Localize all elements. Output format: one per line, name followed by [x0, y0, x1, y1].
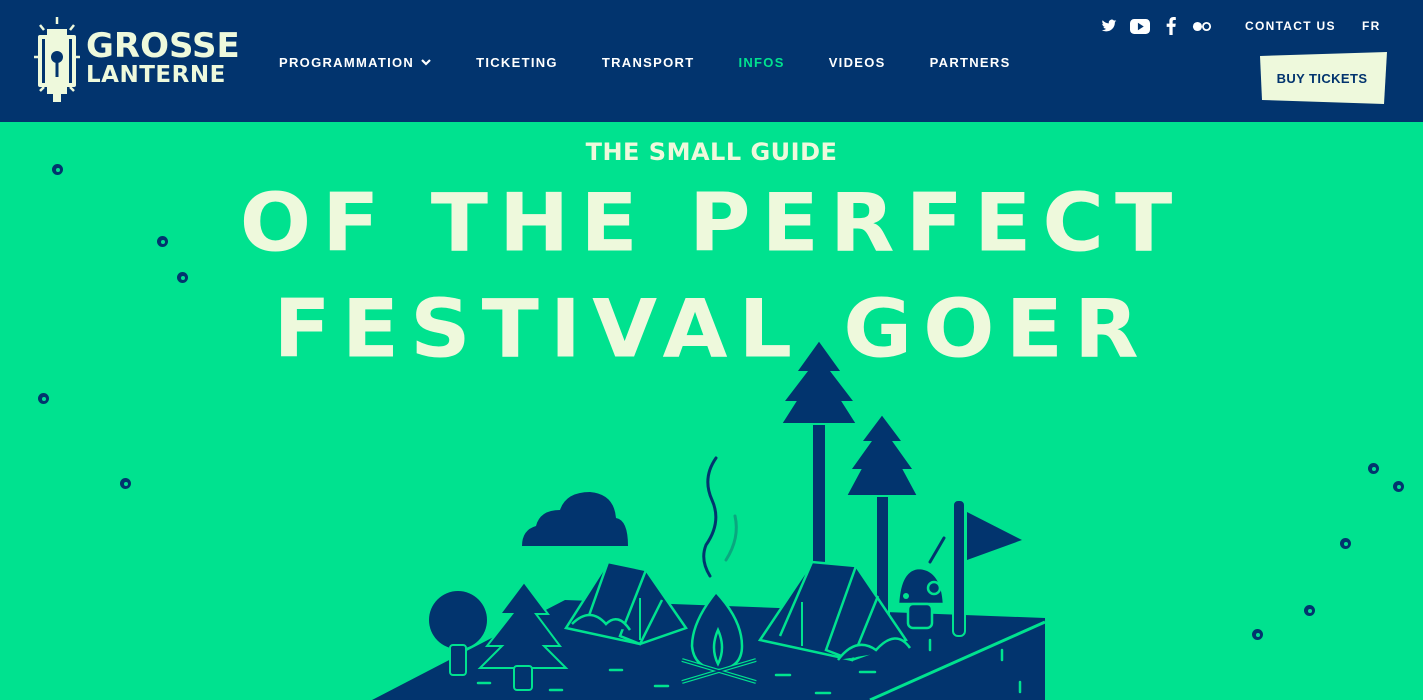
- decor-dot: [1368, 463, 1379, 474]
- nav-label: TRANSPORT: [601, 54, 695, 70]
- flickr-icon[interactable]: [1191, 15, 1213, 37]
- contact-link[interactable]: CONTACT US: [1245, 19, 1336, 33]
- logo-line1: GROSSE: [86, 26, 240, 66]
- logo-line2: LANTERNE: [86, 62, 226, 88]
- nav-label: INFOS: [738, 54, 785, 70]
- decor-dot: [157, 236, 168, 247]
- nav-item-ticketing[interactable]: TICKETING: [476, 55, 558, 70]
- chevron-down-icon: [421, 59, 431, 66]
- nav-label: TICKETING: [476, 54, 558, 70]
- nav-label: VIDEOS: [828, 54, 886, 70]
- nav-item-programmation[interactable]: PROGRAMMATION: [279, 55, 432, 70]
- nav-label: PARTNERS: [929, 54, 1011, 70]
- facebook-icon[interactable]: [1160, 15, 1182, 37]
- decor-dot: [52, 164, 63, 175]
- decor-dot: [38, 393, 49, 404]
- logo-wordmark: GROSSE LANTERNE: [86, 29, 240, 87]
- decor-dot: [1304, 605, 1315, 616]
- lantern-icon: [34, 17, 80, 102]
- hero-title-line1: OF THE PERFECT: [239, 176, 1184, 270]
- nav-item-videos[interactable]: VIDEOS: [829, 55, 886, 70]
- hero-title-line2: FESTIVAL GOER: [273, 282, 1150, 376]
- buy-tickets-button[interactable]: BUY TICKETS: [1260, 52, 1387, 104]
- twitter-icon[interactable]: [1098, 15, 1120, 37]
- language-switch[interactable]: FR: [1362, 19, 1381, 33]
- youtube-icon[interactable]: [1129, 15, 1151, 37]
- nav-item-partners[interactable]: PARTNERS: [930, 55, 1011, 70]
- nav-label: PROGRAMMATION: [279, 54, 415, 70]
- nav-item-transport[interactable]: TRANSPORT: [602, 55, 695, 70]
- decor-dot: [1252, 629, 1263, 640]
- decor-dot: [1393, 481, 1404, 492]
- main-nav: PROGRAMMATION TICKETING TRANSPORT INFOS …: [279, 52, 1055, 72]
- decor-dot: [177, 272, 188, 283]
- hero-subtitle: THE SMALL GUIDE: [585, 138, 838, 166]
- decor-dot: [1340, 538, 1351, 549]
- decor-dot: [120, 478, 131, 489]
- site-header: GROSSE LANTERNE PROGRAMMATION TICKETING …: [0, 0, 1423, 122]
- buy-tickets-label: BUY TICKETS: [1276, 70, 1368, 86]
- site-logo[interactable]: GROSSE LANTERNE: [34, 17, 240, 105]
- nav-item-infos[interactable]: INFOS: [738, 55, 784, 70]
- social-links: [1098, 15, 1222, 37]
